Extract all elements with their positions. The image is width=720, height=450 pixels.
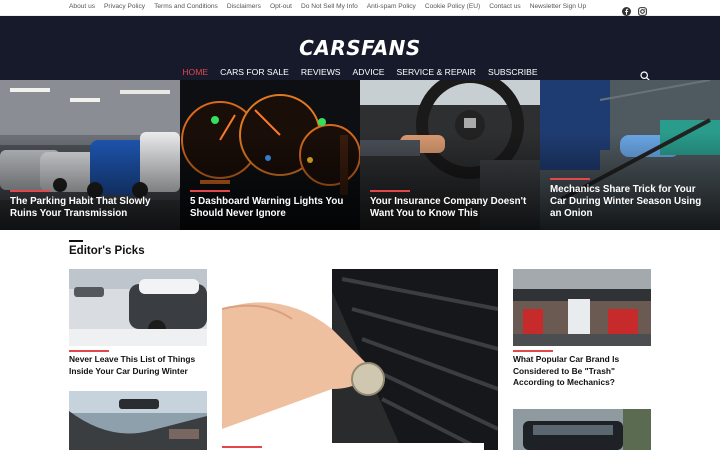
nav-advice[interactable]: ADVICE	[353, 67, 385, 77]
featured-caption-box	[222, 443, 484, 450]
nav-service-repair[interactable]: SERVICE & REPAIR	[397, 67, 476, 77]
search-icon[interactable]	[640, 68, 650, 81]
hero-title[interactable]: 5 Dashboard Warning Lights You Should Ne…	[190, 196, 352, 220]
site-logo[interactable]: CARSFANS	[0, 36, 720, 60]
utility-link-disclaimers[interactable]: Disclaimers	[227, 3, 261, 10]
utility-link-donotsell[interactable]: Do Not Sell My Info	[301, 3, 358, 10]
nav-reviews[interactable]: REVIEWS	[301, 67, 341, 77]
nav-cars-for-sale[interactable]: CARS FOR SALE	[220, 67, 289, 77]
nav-home[interactable]: HOME	[182, 67, 208, 77]
featured-pick-tire[interactable]	[222, 269, 498, 450]
pick-title[interactable]: What Popular Car Brand Is Considered to …	[513, 354, 651, 389]
utility-link-antispam[interactable]: Anti-spam Policy	[367, 3, 416, 10]
utility-links: About us Privacy Policy Terms and Condit…	[69, 3, 595, 10]
utility-link-privacy[interactable]: Privacy Policy	[104, 3, 145, 10]
tire-tread-image	[222, 269, 498, 450]
top-utility-bar: About us Privacy Policy Terms and Condit…	[0, 0, 720, 16]
nav-subscribe[interactable]: SUBSCRIBE	[488, 67, 538, 77]
hero-accent-bar	[370, 190, 410, 192]
hero-accent-bar	[550, 178, 590, 180]
main-nav: HOME CARS FOR SALE REVIEWS ADVICE SERVIC…	[0, 67, 720, 77]
site-header: CARSFANS HOME CARS FOR SALE REVIEWS ADVI…	[0, 16, 720, 81]
utility-link-contact[interactable]: Contact us	[489, 3, 521, 10]
pick-card-winter[interactable]: Never Leave This List of Things Inside Y…	[69, 269, 207, 379]
card-accent-bar	[69, 350, 109, 352]
hero-card-parking[interactable]: The Parking Habit That Slowly Ruins Your…	[0, 80, 180, 230]
pick-card-partial-right[interactable]	[513, 409, 651, 450]
pick-card-mechanics[interactable]: What Popular Car Brand Is Considered to …	[513, 269, 651, 394]
suv-thumbnail	[513, 409, 651, 450]
hero-strip: The Parking Habit That Slowly Ruins Your…	[0, 80, 720, 230]
snowy-car-thumbnail	[69, 269, 207, 346]
hero-accent-bar	[190, 190, 230, 192]
hero-title[interactable]: The Parking Habit That Slowly Ruins Your…	[10, 196, 172, 220]
section-rule	[69, 240, 83, 242]
utility-link-optout[interactable]: Opt-out	[270, 3, 292, 10]
hero-accent-bar	[10, 190, 50, 192]
hero-card-onion[interactable]: Mechanics Share Trick for Your Car Durin…	[540, 80, 720, 230]
social-links	[622, 3, 647, 16]
pick-card-partial-left[interactable]	[69, 391, 207, 450]
editors-picks-heading: Editor's Picks	[69, 245, 145, 257]
car-interior-thumbnail	[69, 391, 207, 450]
hero-card-dashboard[interactable]: 5 Dashboard Warning Lights You Should Ne…	[180, 80, 360, 230]
utility-link-about[interactable]: About us	[69, 3, 95, 10]
garage-mechanic-thumbnail	[513, 269, 651, 346]
card-accent-bar	[513, 350, 553, 352]
hero-title[interactable]: Mechanics Share Trick for Your Car Durin…	[550, 184, 712, 220]
instagram-icon[interactable]	[638, 3, 647, 16]
utility-link-terms[interactable]: Terms and Conditions	[154, 3, 218, 10]
card-accent-bar	[222, 446, 262, 448]
utility-link-cookie[interactable]: Cookie Policy (EU)	[425, 3, 480, 10]
hero-title[interactable]: Your Insurance Company Doesn't Want You …	[370, 196, 532, 220]
pick-title[interactable]: Never Leave This List of Things Inside Y…	[69, 354, 207, 377]
hero-card-insurance[interactable]: Your Insurance Company Doesn't Want You …	[360, 80, 540, 230]
utility-link-newsletter[interactable]: Newsletter Sign Up	[530, 3, 586, 10]
facebook-icon[interactable]	[622, 3, 631, 16]
